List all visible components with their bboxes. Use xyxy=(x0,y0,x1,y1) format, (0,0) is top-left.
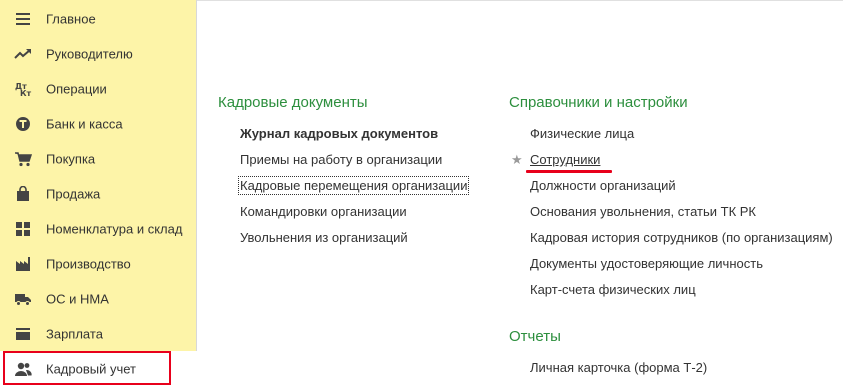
truck-icon xyxy=(13,289,33,309)
shopping-bag-icon xyxy=(13,184,33,204)
link-card-accounts[interactable]: Карт-счета физических лиц xyxy=(530,282,696,297)
svg-text:Кт: Кт xyxy=(20,89,32,97)
link-employee-history[interactable]: Кадровая история сотрудников (по организ… xyxy=(530,230,833,245)
sidebar-item-label: Покупка xyxy=(46,151,96,166)
warehouse-icon xyxy=(13,219,33,239)
sidebar-item-salary[interactable]: Зарплата xyxy=(0,316,197,351)
link-dismissals[interactable]: Увольнения из организаций xyxy=(240,230,408,245)
cart-icon xyxy=(13,149,33,169)
section-title-reports: Отчеты xyxy=(509,328,561,345)
factory-icon xyxy=(13,254,33,274)
content-top-border xyxy=(197,0,843,6)
sidebar-item-fixed-assets[interactable]: ОС и НМА xyxy=(0,281,197,316)
sidebar-item-label: Операции xyxy=(46,81,107,96)
sidebar-item-sales[interactable]: Продажа xyxy=(0,176,197,211)
link-hiring[interactable]: Приемы на работу в организации xyxy=(240,152,442,167)
employees-red-underline xyxy=(526,170,612,173)
link-employees[interactable]: Сотрудники xyxy=(530,152,600,167)
sidebar-item-label: Номенклатура и склад xyxy=(46,221,183,236)
link-individuals[interactable]: Физические лица xyxy=(530,126,634,141)
sidebar-item-hr[interactable]: Кадровый учет xyxy=(0,351,197,386)
star-icon[interactable]: ★ xyxy=(511,152,523,168)
sidebar-item-label: Зарплата xyxy=(46,326,103,341)
link-identity-documents[interactable]: Документы удостоверяющие личность xyxy=(530,256,763,271)
sidebar-item-purchase[interactable]: Покупка xyxy=(0,141,197,176)
link-positions[interactable]: Должности организаций xyxy=(530,178,676,193)
sidebar-item-bank[interactable]: Банк и касса xyxy=(0,106,197,141)
sidebar-item-main[interactable]: Главное xyxy=(0,1,197,36)
trend-icon xyxy=(13,44,33,64)
users-icon xyxy=(13,359,33,379)
sidebar-item-label: Главное xyxy=(46,11,96,26)
link-dismissal-reasons[interactable]: Основания увольнения, статьи ТК РК xyxy=(530,204,756,219)
menu-lines-icon xyxy=(13,9,33,29)
sidebar-item-manager[interactable]: Руководителю xyxy=(0,36,197,71)
bank-icon xyxy=(13,114,33,134)
sidebar-item-nomenclature[interactable]: Номенклатура и склад xyxy=(0,211,197,246)
link-hr-documents-journal[interactable]: Журнал кадровых документов xyxy=(240,126,438,141)
sidebar: Главное Руководителю Дт Кт Операции Банк … xyxy=(0,0,197,386)
sidebar-item-label: Кадровый учет xyxy=(46,361,136,376)
section-title-directories: Справочники и настройки xyxy=(509,94,688,111)
sidebar-item-label: Продажа xyxy=(46,186,101,201)
link-personal-card[interactable]: Личная карточка (форма Т-2) xyxy=(530,360,707,375)
link-transfers[interactable]: Кадровые перемещения организации xyxy=(237,176,470,195)
salary-icon xyxy=(13,324,33,344)
section-title-hr-documents: Кадровые документы xyxy=(218,94,368,111)
link-business-trips[interactable]: Командировки организации xyxy=(240,204,407,219)
sidebar-item-label: ОС и НМА xyxy=(46,291,109,306)
sidebar-item-production[interactable]: Производство xyxy=(0,246,197,281)
sidebar-item-label: Производство xyxy=(46,256,131,271)
sidebar-item-label: Банк и касса xyxy=(46,116,123,131)
sidebar-item-operations[interactable]: Дт Кт Операции xyxy=(0,71,197,106)
dt-kt-icon: Дт Кт xyxy=(13,79,33,99)
sidebar-item-label: Руководителю xyxy=(46,46,133,61)
